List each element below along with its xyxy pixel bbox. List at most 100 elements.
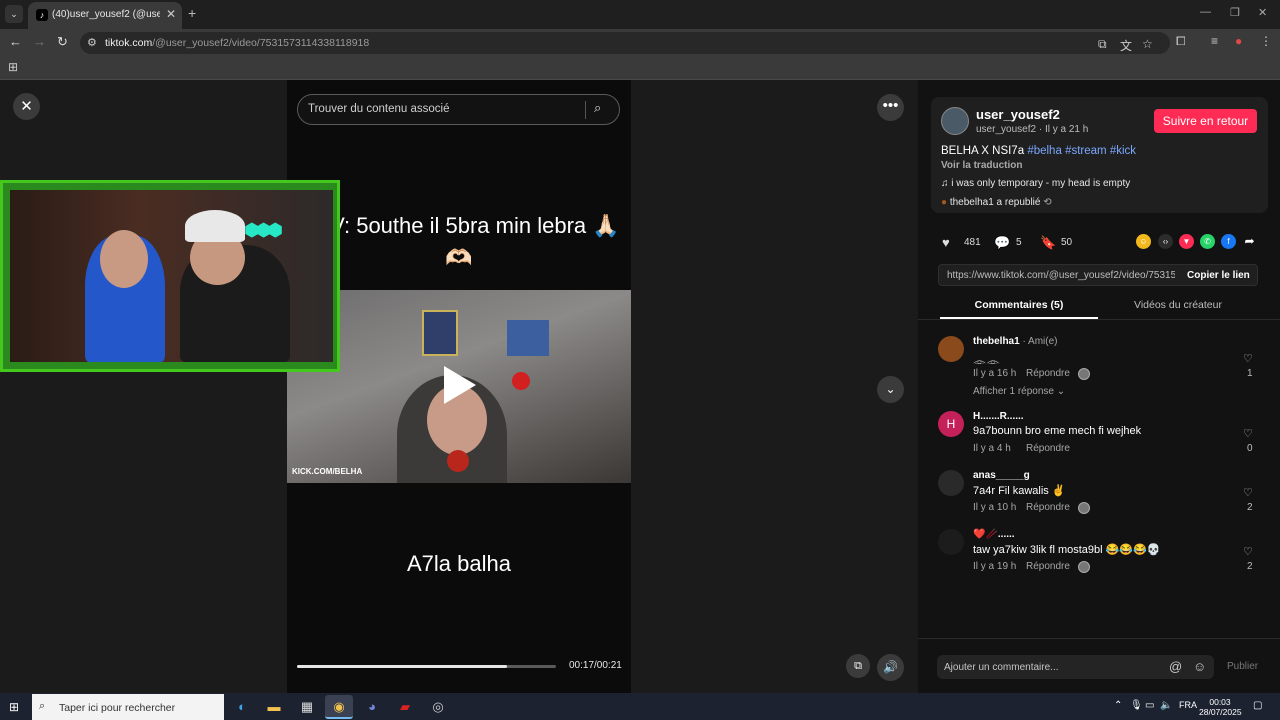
embed-icon[interactable]: ‹› [1158,234,1173,249]
comment-username[interactable]: ❤️🥢...... [973,529,1015,540]
more-options-icon[interactable]: ••• [877,94,904,121]
clock[interactable]: 00:03 28/07/2025 [1199,697,1242,717]
see-translation-link[interactable]: Voir la traduction [941,160,1023,171]
tab-creator-videos[interactable]: Vidéos du créateur [1098,299,1258,311]
app-icon[interactable]: ▰ [391,695,419,719]
related-search-input[interactable]: Trouver du contenu associé [308,103,578,115]
apps-grid-icon[interactable]: ⊞ [8,60,18,74]
comment-user: thebelha1 [973,336,1020,347]
network-icon[interactable]: ▭ [1145,700,1154,711]
share-arrow-icon[interactable]: ➦ [1242,234,1257,249]
new-tab-button[interactable]: + [188,5,196,21]
reply-button[interactable]: Répondre [1026,502,1070,513]
comment-like-icon[interactable]: ♡ [1243,352,1253,365]
site-info-icon[interactable]: ⚙ [87,36,97,49]
video-time: 00:17/00:21 [569,660,622,671]
hashtag-link[interactable]: #stream [1065,145,1107,157]
tab-close-icon[interactable]: ✕ [166,7,176,21]
hashtag-link[interactable]: #kick [1110,145,1136,157]
mention-icon[interactable]: @ [1169,659,1182,674]
comment-username[interactable]: H.......R...... [973,411,1024,422]
url-path: /@user_yousef2/video/7531573114338118918 [152,37,370,49]
comment-text: taw ya7kiw 3lik fl mosta9bl 😂😂😂💀 [973,544,1161,556]
publish-button[interactable]: Publier [1227,661,1258,672]
tab-comments[interactable]: Commentaires (5) [940,299,1098,311]
comment-input[interactable]: Ajouter un commentaire... @ ☺ [937,655,1214,679]
tray-overflow-icon[interactable]: ⌃ [1114,700,1122,711]
forward-icon[interactable]: → [33,34,46,49]
comment-like-icon[interactable]: ♡ [1243,545,1253,558]
edge-icon[interactable]: ◐ [228,695,256,719]
speaker-icon[interactable]: 🔈 [1160,700,1172,711]
search-icon[interactable]: ⌕ [594,100,601,116]
bookmark-star-icon[interactable]: ☆ [1142,37,1153,51]
send-icon[interactable]: ▼ [1179,234,1194,249]
translate-icon[interactable]: 文 [1120,37,1132,54]
comment-like-icon[interactable]: ♡ [1243,427,1253,440]
reply-button[interactable]: Répondre [1026,368,1070,379]
language-indicator[interactable]: FRA [1179,700,1197,710]
window-close-icon[interactable]: ✕ [1258,6,1267,19]
friends-share-icon[interactable]: ☺ [1136,234,1151,249]
avatar[interactable]: H [938,411,964,437]
comment-bubble-icon[interactable]: 💬 [994,235,1010,251]
extensions-icon[interactable]: ⧠ [1176,34,1186,49]
follow-back-button[interactable]: Suivre en retour [1154,109,1257,133]
like-heart-icon[interactable]: ♥ [942,235,950,250]
chrome-icon[interactable]: ◉ [325,695,353,719]
music-note-icon: ♫ [941,178,952,189]
avatar[interactable] [941,107,969,135]
video-progress-bar[interactable] [297,665,556,668]
address-bar[interactable]: ⚙ tiktok.com/@user_yousef2/video/7531573… [80,32,1170,54]
creator-name[interactable]: user_yousef2 [976,107,1060,122]
app-icon[interactable]: ◎ [424,695,452,719]
profile-avatar-icon[interactable]: ● [1235,34,1242,48]
next-video-chevron-icon[interactable]: ⌄ [877,376,904,403]
notification-icon[interactable]: ▢ [1253,700,1262,711]
restore-icon[interactable]: ❐ [1230,6,1240,19]
back-icon[interactable]: ← [9,34,22,49]
browser-tab-bar: ⌄ ♪ (40)user_yousef2 (@user_yousef2) ✕ +… [0,0,1280,29]
wall-flag [512,372,530,390]
comment-username[interactable]: anas_____g [973,470,1030,481]
facebook-icon[interactable]: f [1221,234,1236,249]
hashtag-link[interactable]: #belha [1027,145,1062,157]
url-text[interactable]: tiktok.com/@user_yousef2/video/753157311… [105,37,369,49]
show-replies-link[interactable]: Afficher 1 réponse ⌄ [973,386,1065,397]
reload-icon[interactable]: ↻ [57,34,68,50]
browser-tab[interactable]: ♪ (40)user_yousef2 (@user_yousef2) ✕ [28,2,182,29]
taskbar-search[interactable]: ⌕ Taper ici pour rechercher [32,694,224,720]
comment-like-icon[interactable]: ♡ [1243,486,1253,499]
file-explorer-icon[interactable]: ▬ [260,695,288,719]
avatar[interactable] [938,336,964,362]
streamer-cap [185,210,245,242]
music-row[interactable]: ♫ i was only temporary - my head is empt… [941,178,1130,189]
emoji-icon[interactable]: ☺ [1193,659,1206,674]
media-control-icon[interactable]: ≡ [1211,34,1218,48]
play-icon[interactable] [444,366,476,404]
close-icon[interactable]: ✕ [13,93,40,120]
reply-button[interactable]: Répondre [1026,443,1070,454]
microphone-icon[interactable]: 🎙 [1130,700,1143,711]
picture-in-picture-icon[interactable]: ⧉ [846,654,870,678]
clock-date: 28/07/2025 [1199,707,1242,717]
avatar[interactable] [938,529,964,555]
video-link[interactable]: https://www.tiktok.com/@user_yousef2/vid… [947,270,1175,281]
whatsapp-icon[interactable]: ✆ [1200,234,1215,249]
store-icon[interactable]: ▦ [293,695,321,719]
windows-start-icon[interactable]: ⊞ [9,700,19,714]
taskbar-search-placeholder: Taper ici pour rechercher [59,702,176,714]
volume-icon[interactable]: 🔊 [877,654,904,681]
avatar[interactable] [938,470,964,496]
minimize-icon[interactable]: — [1200,6,1211,18]
creator-meta: user_yousef2 · Il y a 21 h [976,124,1089,135]
discord-icon[interactable]: ◕ [358,695,386,719]
tab-search-button[interactable]: ⌄ [5,5,23,23]
bookmark-icon[interactable]: 🔖 [1040,235,1056,251]
copy-link-button[interactable]: Copier le lien [1187,270,1250,281]
related-search-box[interactable]: Trouver du contenu associé ⌕ [297,94,620,125]
install-app-icon[interactable]: ⧉ [1098,37,1107,52]
reply-button[interactable]: Répondre [1026,561,1070,572]
browser-menu-icon[interactable]: ⋮ [1260,34,1272,48]
comment-username[interactable]: thebelha1 · Ami(e) [973,336,1057,347]
